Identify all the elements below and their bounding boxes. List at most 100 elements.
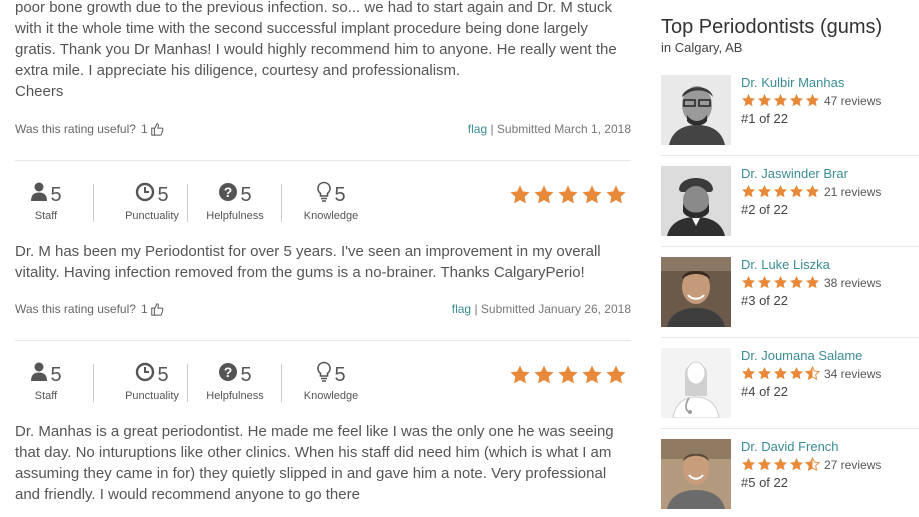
rating-breakdown: 5 Staff 5 Punctuality ? 5 Helpfulness 5 … — [15, 361, 631, 410]
star-full-icon — [806, 184, 819, 198]
doctor-star-rating: 27 reviews — [741, 457, 881, 472]
review-text: Dr. M has been my Periodontist for over … — [15, 241, 631, 283]
doctor-card[interactable]: Dr. Jaswinder Brar 21 reviews #2 of 22 — [661, 166, 919, 248]
submitted-date: Submitted March 1, 2018 — [496, 122, 631, 136]
rating-punctuality: 5 Punctuality — [107, 362, 197, 402]
punctuality-icon — [135, 182, 155, 208]
rating-label: Punctuality — [125, 210, 179, 222]
useful-count: 1 — [140, 122, 148, 136]
star-full-icon — [790, 275, 803, 289]
svg-text:?: ? — [224, 184, 233, 200]
star-full-icon — [758, 184, 771, 198]
rating-value: 5 — [334, 363, 346, 386]
star-full-icon — [790, 93, 803, 107]
sidebar-title: Top Periodontists (gums) — [661, 16, 883, 38]
review-separator — [15, 340, 631, 341]
thumbs-up-icon[interactable] — [150, 302, 164, 316]
doctor-name[interactable]: Dr. Jaswinder Brar — [741, 166, 848, 181]
doctor-review-count[interactable]: 27 reviews — [824, 458, 881, 472]
star-full-icon — [806, 275, 819, 289]
review-text-line: Dr. M has been my Periodontist for over … — [15, 243, 601, 260]
rating-value: 5 — [240, 183, 252, 206]
doctor-rank: #5 of 22 — [741, 475, 788, 490]
rating-label: Staff — [34, 390, 58, 402]
doctor-photo[interactable] — [661, 439, 731, 509]
star-full-icon — [774, 93, 787, 107]
star-full-icon — [606, 365, 626, 384]
doctor-separator — [661, 428, 919, 429]
doctor-separator — [661, 246, 919, 247]
helpfulness-icon: ? — [218, 362, 238, 388]
flag-link[interactable]: flag — [452, 302, 471, 316]
doctor-star-rating: 21 reviews — [741, 184, 881, 199]
review-meta: Was this rating useful? 1 flag | Submitt… — [15, 302, 631, 316]
star-full-icon — [774, 366, 787, 380]
staff-icon — [30, 362, 48, 388]
doctor-name[interactable]: Dr. Joumana Salame — [741, 348, 862, 363]
review: 5 Staff 5 Punctuality ? 5 Helpfulness 5 … — [15, 181, 631, 283]
rating-helpfulness: ? 5 Helpfulness — [195, 362, 275, 402]
staff-icon — [30, 182, 48, 208]
rating-knowledge: 5 Knowledge — [291, 361, 371, 402]
doctor-rank: #4 of 22 — [741, 384, 788, 399]
knowledge-icon — [316, 181, 332, 209]
doctor-review-count[interactable]: 34 reviews — [824, 367, 881, 381]
doctor-card[interactable]: Dr. Joumana Salame 34 reviews #4 of 22 — [661, 348, 919, 430]
review-text-line: Dr. Manhas is a great periodontist. He m… — [15, 423, 614, 440]
doctor-card[interactable]: Dr. David French 27 reviews #5 of 22 — [661, 439, 919, 517]
doctor-review-count[interactable]: 21 reviews — [824, 185, 881, 199]
review-text-line: with it the whole time with the second s… — [15, 20, 588, 37]
star-group — [741, 457, 820, 472]
rating-staff: 5 Staff — [15, 362, 77, 402]
flag-link[interactable]: flag — [468, 122, 487, 136]
doctor-star-rating: 38 reviews — [741, 275, 881, 290]
star-full-icon — [534, 185, 554, 204]
review-text: Dr. Manhas is a great periodontist. He m… — [15, 421, 631, 505]
doctor-review-count[interactable]: 38 reviews — [824, 276, 881, 290]
doctor-card[interactable]: Dr. Kulbir Manhas 47 reviews #1 of 22 — [661, 75, 919, 157]
doctor-name[interactable]: Dr. David French — [741, 439, 839, 454]
rating-breakdown: 5 Staff 5 Punctuality ? 5 Helpfulness 5 … — [15, 181, 631, 230]
review: 5 Staff 5 Punctuality ? 5 Helpfulness 5 … — [15, 361, 631, 505]
doctor-rank: #2 of 22 — [741, 202, 788, 217]
useful-question: Was this rating useful? — [15, 122, 136, 136]
doctor-photo[interactable] — [661, 257, 731, 327]
rating-value: 5 — [334, 183, 346, 206]
review-text-line: extra mile. I appreciate his diligence, … — [15, 62, 461, 79]
star-full-icon — [758, 275, 771, 289]
review-text-line: poor bone growth due to the previous inf… — [15, 0, 613, 16]
rating-label: Helpfulness — [206, 210, 264, 222]
star-group — [741, 366, 820, 381]
doctor-separator — [661, 337, 919, 338]
doctor-rank: #3 of 22 — [741, 293, 788, 308]
doctor-placeholder-photo[interactable] — [661, 348, 731, 418]
rating-value: 5 — [157, 363, 169, 386]
doctor-card[interactable]: Dr. Luke Liszka 38 reviews #3 of 22 — [661, 257, 919, 339]
star-full-icon — [806, 93, 819, 107]
doctor-name[interactable]: Dr. Kulbir Manhas — [741, 75, 844, 90]
star-full-icon — [558, 365, 578, 384]
doctor-review-count[interactable]: 47 reviews — [824, 94, 881, 108]
rating-knowledge: 5 Knowledge — [291, 181, 371, 222]
divider — [93, 364, 94, 402]
doctor-name[interactable]: Dr. Luke Liszka — [741, 257, 830, 272]
rating-punctuality: 5 Punctuality — [107, 182, 197, 222]
review-text-line: that day. No inturuptions like other cli… — [15, 444, 612, 461]
star-full-icon — [758, 93, 771, 107]
divider — [187, 364, 188, 402]
star-full-icon — [742, 184, 755, 198]
doctor-photo[interactable] — [661, 75, 731, 145]
star-group — [741, 275, 820, 290]
star-full-icon — [742, 457, 755, 471]
thumbs-up-icon[interactable] — [150, 122, 164, 136]
doctor-separator — [661, 155, 919, 156]
rating-label: Helpfulness — [206, 390, 264, 402]
rating-label: Punctuality — [125, 390, 179, 402]
star-full-icon — [558, 185, 578, 204]
rating-value: 5 — [240, 363, 252, 386]
doctor-rank: #1 of 22 — [741, 111, 788, 126]
overall-star-rating — [509, 364, 627, 386]
doctor-photo[interactable] — [661, 166, 731, 236]
star-half-icon — [805, 366, 820, 381]
rating-value: 5 — [50, 183, 62, 206]
